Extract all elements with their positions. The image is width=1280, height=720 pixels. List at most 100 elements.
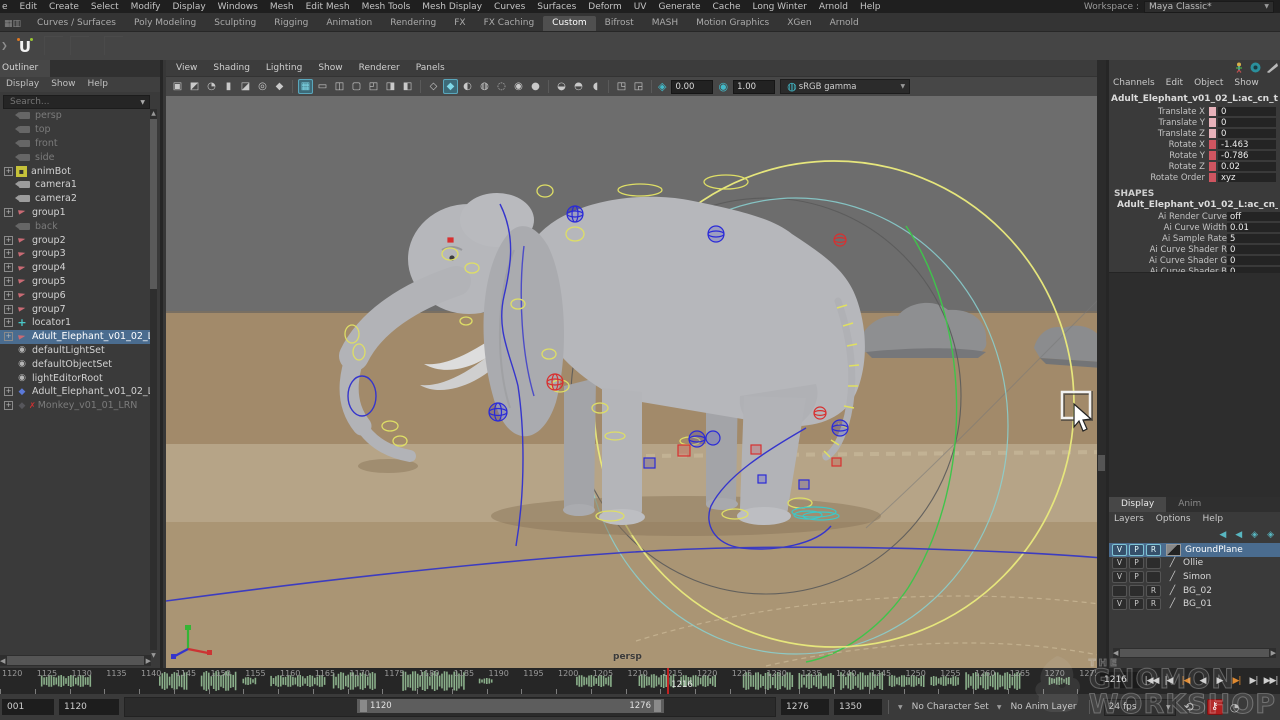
playback-end-field[interactable]: 1276 bbox=[781, 699, 829, 715]
layer-row-simon[interactable]: VP╱Simon bbox=[1109, 570, 1280, 584]
grid-icon[interactable]: ▦ bbox=[298, 79, 313, 94]
outliner-item-locator1[interactable]: ++locator1 bbox=[0, 316, 151, 330]
layer-menu-layers[interactable]: Layers bbox=[1114, 514, 1144, 527]
menu-mesh-display[interactable]: Mesh Display bbox=[422, 2, 482, 12]
outliner-menu-help[interactable]: Help bbox=[87, 79, 108, 92]
menu-windows[interactable]: Windows bbox=[218, 2, 258, 12]
expand-icon[interactable]: + bbox=[4, 291, 13, 300]
viewport-3d-canvas[interactable]: persp bbox=[166, 96, 1103, 668]
gate-mask-icon[interactable]: ▢ bbox=[349, 79, 364, 94]
character-controls-icon[interactable] bbox=[1234, 62, 1245, 76]
safe-title-icon[interactable]: ◧ bbox=[400, 79, 415, 94]
scroll-left-icon[interactable]: ◀ bbox=[1113, 649, 1118, 657]
layer-tab-display[interactable]: Display bbox=[1109, 497, 1166, 512]
playhead-marker[interactable] bbox=[667, 668, 669, 694]
move-layer-down-icon[interactable]: ◀ bbox=[1235, 530, 1242, 540]
layer-color-swatch[interactable] bbox=[1166, 544, 1181, 556]
expand-icon[interactable]: + bbox=[4, 387, 13, 396]
channel-value-field[interactable]: 0.01 bbox=[1227, 223, 1280, 232]
expand-icon[interactable]: + bbox=[4, 236, 13, 245]
occlusion-icon[interactable]: ◒ bbox=[554, 79, 569, 94]
layer-playback-toggle[interactable] bbox=[1129, 585, 1144, 597]
scroll-right-icon[interactable]: ▶ bbox=[146, 657, 151, 665]
menu-create[interactable]: Create bbox=[49, 2, 79, 12]
view-transform-selector[interactable]: ◍sRGB gamma▼ bbox=[780, 79, 910, 94]
current-frame-field[interactable]: 1216 bbox=[1100, 672, 1140, 688]
channelbox-menu-show[interactable]: Show bbox=[1234, 78, 1258, 88]
menu-long-winter[interactable]: Long Winter bbox=[753, 2, 807, 12]
anim-layer-selector[interactable]: No Anim Layer bbox=[1010, 702, 1076, 712]
scroll-up-icon[interactable]: ▲ bbox=[150, 109, 157, 118]
menu-cache[interactable]: Cache bbox=[713, 2, 741, 12]
step-back-frame-button[interactable]: |◀ bbox=[1160, 676, 1177, 686]
expand-icon[interactable]: + bbox=[4, 167, 13, 176]
step-back-key-button[interactable]: |◀ bbox=[1177, 676, 1194, 686]
layer-visible-toggle[interactable]: V bbox=[1112, 571, 1127, 583]
channel-value-field[interactable]: 0 bbox=[1218, 107, 1276, 116]
go-to-start-button[interactable]: |◀◀ bbox=[1143, 676, 1160, 686]
shelf-tab-bifrost[interactable]: Bifrost bbox=[596, 16, 643, 31]
new-layer-from-selected-icon[interactable]: ◈ bbox=[1267, 530, 1274, 540]
menu-display[interactable]: Display bbox=[172, 2, 205, 12]
auto-keyframe-button[interactable]: ⚷ bbox=[1207, 699, 1223, 715]
viewport-menu-show[interactable]: Show bbox=[318, 63, 342, 73]
step-forward-key-button[interactable]: ▶| bbox=[1228, 676, 1245, 686]
shadows-icon[interactable]: ● bbox=[528, 79, 543, 94]
expand-icon[interactable]: + bbox=[4, 401, 13, 410]
layer-reference-toggle[interactable] bbox=[1146, 557, 1161, 569]
shape-node-name[interactable]: Adult_Elephant_v01_02_L:ac_cn_tail8S... bbox=[1117, 200, 1278, 210]
outliner-item-group7[interactable]: +►group7 bbox=[0, 302, 151, 316]
character-set-selector[interactable]: No Character Set bbox=[912, 702, 989, 712]
outliner-item-adult-elephant-v01-02-lrn[interactable]: +◆Adult_Elephant_v01_02_LRN bbox=[0, 385, 151, 399]
right-panel-scrollbar[interactable]: ◀ ▶ bbox=[1113, 648, 1276, 658]
menu-e[interactable]: e bbox=[2, 2, 8, 12]
film-gate-icon[interactable]: ▭ bbox=[315, 79, 330, 94]
menu-edit[interactable]: Edit bbox=[20, 2, 37, 12]
viewport-menu-panels[interactable]: Panels bbox=[416, 63, 445, 73]
layer-row-bg-02[interactable]: R╱BG_02 bbox=[1109, 584, 1280, 598]
animation-start-field[interactable]: 001 bbox=[2, 699, 54, 715]
field-chart-icon[interactable]: ◰ bbox=[366, 79, 381, 94]
layer-reference-toggle[interactable]: R bbox=[1146, 544, 1161, 556]
outliner-item-group4[interactable]: +►group4 bbox=[0, 261, 151, 275]
shelf-tab-xgen[interactable]: XGen bbox=[778, 16, 820, 31]
outliner-vertical-scrollbar[interactable]: ▲ ▼ bbox=[150, 109, 157, 650]
outliner-item-front[interactable]: front bbox=[0, 137, 151, 151]
outliner-title[interactable]: Outliner bbox=[0, 60, 50, 77]
expand-icon[interactable]: + bbox=[4, 249, 13, 258]
search-input[interactable] bbox=[8, 96, 122, 108]
outliner-item-group1[interactable]: +►group1 bbox=[0, 206, 151, 220]
expand-icon[interactable]: + bbox=[4, 277, 13, 286]
layer-visible-toggle[interactable] bbox=[1112, 585, 1127, 597]
viewport-menu-view[interactable]: View bbox=[176, 63, 197, 73]
playback-start-field[interactable]: 1120 bbox=[59, 699, 119, 715]
layer-color-swatch[interactable]: ╱ bbox=[1166, 572, 1179, 582]
layer-color-swatch[interactable]: ╱ bbox=[1166, 599, 1179, 609]
workspace-selector[interactable]: Maya Classic* ▼ bbox=[1144, 1, 1274, 13]
shelf-tab-motion-graphics[interactable]: Motion Graphics bbox=[687, 16, 778, 31]
shelf-switcher-icon[interactable]: ▦▥ bbox=[4, 19, 20, 31]
shelf-tab-fx[interactable]: FX bbox=[445, 16, 474, 31]
isolate-select-icon[interactable]: ◳ bbox=[614, 79, 629, 94]
shelf-tab-poly-modeling[interactable]: Poly Modeling bbox=[125, 16, 205, 31]
layer-tab-anim[interactable]: Anim bbox=[1166, 497, 1213, 512]
layer-visible-toggle[interactable]: V bbox=[1112, 598, 1127, 610]
channel-value-field[interactable]: 0 bbox=[1227, 245, 1280, 254]
animation-preferences-icon[interactable]: ◔ bbox=[1230, 701, 1240, 714]
expand-icon[interactable]: + bbox=[4, 208, 13, 217]
new-empty-layer-icon[interactable]: ◈ bbox=[1251, 530, 1258, 540]
gamma-icon[interactable]: ◉ bbox=[718, 80, 728, 93]
menu-deform[interactable]: Deform bbox=[588, 2, 621, 12]
outliner-item-group5[interactable]: +►group5 bbox=[0, 275, 151, 289]
chevron-down-icon[interactable]: ▼ bbox=[997, 704, 1002, 711]
menu-surfaces[interactable]: Surfaces bbox=[537, 2, 576, 12]
shelf-tab-fx-caching[interactable]: FX Caching bbox=[475, 16, 544, 31]
shelf-tab-mash[interactable]: MASH bbox=[643, 16, 687, 31]
outliner-menu-show[interactable]: Show bbox=[51, 79, 75, 92]
safe-action-icon[interactable]: ◨ bbox=[383, 79, 398, 94]
outliner-item-back[interactable]: back bbox=[0, 219, 151, 233]
expand-icon[interactable]: + bbox=[4, 305, 13, 314]
outliner-item-lighteditorroot[interactable]: ◉lightEditorRoot bbox=[0, 371, 151, 385]
range-start-handle[interactable] bbox=[360, 700, 367, 712]
fps-selector[interactable]: 24 fps▼ bbox=[1104, 699, 1176, 716]
